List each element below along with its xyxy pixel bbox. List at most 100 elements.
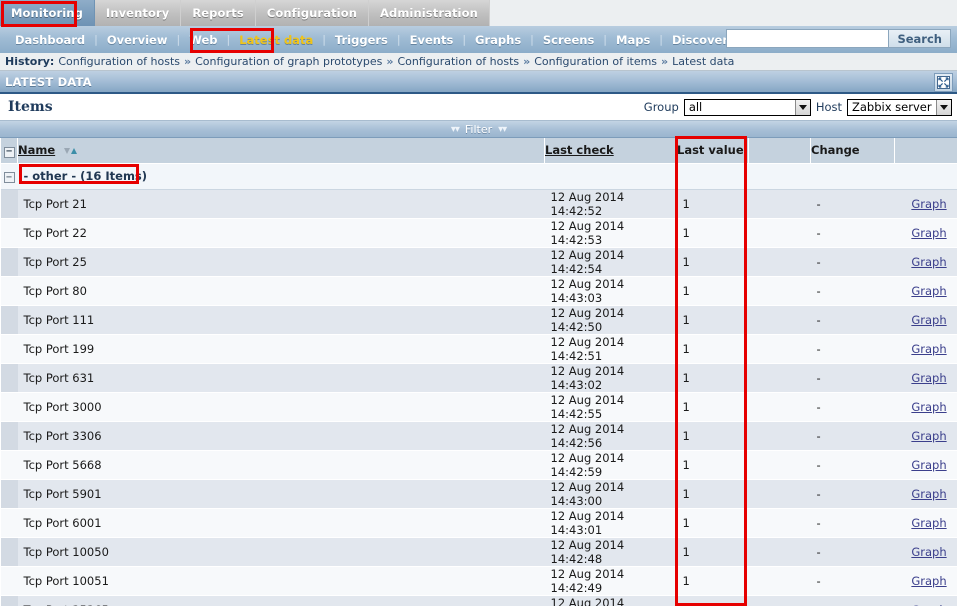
graph-link[interactable]: Graph <box>911 342 946 356</box>
row-last-value-cell: 1 <box>676 247 749 277</box>
table-row: Tcp Port 6001 12 Aug 2014 14:43:01 1 - Graph <box>0 508 957 538</box>
row-gutter-cell <box>0 218 18 248</box>
sub-menu-item-dashboard[interactable]: Dashboard <box>6 33 94 47</box>
breadcrumb-link[interactable]: Configuration of items <box>534 55 657 68</box>
graph-link[interactable]: Graph <box>911 226 946 240</box>
row-change-cell: - <box>810 305 895 335</box>
row-spacer-cell <box>748 276 811 306</box>
column-header-last-check[interactable]: Last check <box>544 138 677 164</box>
row-last-check-cell: 12 Aug 2014 14:42:52 <box>544 189 677 219</box>
main-menu-item-monitoring[interactable]: Monitoring <box>0 0 95 26</box>
breadcrumb-link[interactable]: Latest data <box>672 55 734 68</box>
sub-menu-item-overview[interactable]: Overview <box>98 33 177 47</box>
collapse-group-icon[interactable]: − <box>3 172 15 184</box>
breadcrumb-link[interactable]: Configuration of hosts <box>397 55 519 68</box>
row-change-cell: - <box>810 421 895 451</box>
row-action-cell: Graph <box>894 479 957 509</box>
row-name-cell: Tcp Port 111 <box>17 305 545 335</box>
row-gutter-cell <box>0 595 18 606</box>
column-header-actions <box>894 138 957 164</box>
breadcrumb-link[interactable]: Configuration of hosts <box>58 55 180 68</box>
main-menu-item-reports[interactable]: Reports <box>181 0 256 26</box>
main-menu-bar: Monitoring Inventory Reports Configuration A… <box>0 0 957 26</box>
row-last-check-cell: 12 Aug 2014 14:43:02 <box>544 363 677 393</box>
graph-link[interactable]: Graph <box>911 458 946 472</box>
graph-link[interactable]: Graph <box>911 197 946 211</box>
row-action-cell: Graph <box>894 189 957 219</box>
latest-data-table: − Name Last check Last value Change − - o… <box>0 138 957 606</box>
graph-link[interactable]: Graph <box>911 487 946 501</box>
graph-link[interactable]: Graph <box>911 545 946 559</box>
sub-menu-item-latest-data[interactable]: Latest data <box>230 33 322 47</box>
sort-indicator <box>64 147 78 154</box>
column-header-name-label[interactable]: Name <box>18 143 55 157</box>
chevron-down-icon[interactable] <box>936 99 951 115</box>
row-spacer-cell <box>748 479 811 509</box>
sub-menu-item-graphs[interactable]: Graphs <box>466 33 530 47</box>
column-header-name[interactable]: Name <box>17 138 545 164</box>
graph-link[interactable]: Graph <box>911 400 946 414</box>
zabbix-app-window: Monitoring Inventory Reports Configuration A… <box>0 0 957 606</box>
items-title: Items <box>8 99 53 115</box>
graph-link[interactable]: Graph <box>911 574 946 588</box>
search-button[interactable]: Search <box>889 29 951 48</box>
filter-toggle-bar[interactable]: ▾▾ Filter ▾▾ <box>0 121 957 138</box>
main-menu-item-inventory[interactable]: Inventory <box>95 0 182 26</box>
row-last-check-cell: 12 Aug 2014 14:43:01 <box>544 508 677 538</box>
row-gutter-cell <box>0 363 18 393</box>
filter-controls: Group all Host Zabbix server <box>644 98 952 116</box>
breadcrumb-separator: » <box>386 55 394 68</box>
row-spacer-cell <box>748 508 811 538</box>
graph-link[interactable]: Graph <box>911 255 946 269</box>
fullscreen-icon[interactable] <box>934 73 953 92</box>
sub-menu-item-screens[interactable]: Screens <box>534 33 603 47</box>
graph-link[interactable]: Graph <box>911 603 946 606</box>
sub-menu-item-triggers[interactable]: Triggers <box>326 33 397 47</box>
sub-menu-separator: | <box>659 33 664 46</box>
row-action-cell: Graph <box>894 363 957 393</box>
table-row: Tcp Port 3000 12 Aug 2014 14:42:55 1 - Graph <box>0 392 957 422</box>
row-last-check-cell: 12 Aug 2014 14:42:57 <box>544 595 677 606</box>
search-area: Search <box>726 29 951 48</box>
sub-menu-separator: | <box>603 33 608 46</box>
row-name-cell: Tcp Port 5668 <box>17 450 545 480</box>
row-action-cell: Graph <box>894 595 957 606</box>
row-last-value-cell: 1 <box>676 421 749 451</box>
row-action-cell: Graph <box>894 566 957 596</box>
graph-link[interactable]: Graph <box>911 371 946 385</box>
group-collapse-cell[interactable]: − <box>0 163 18 190</box>
table-row: Tcp Port 10051 12 Aug 2014 14:42:49 1 - Grap… <box>0 566 957 596</box>
chevron-down-icon[interactable] <box>794 99 810 115</box>
sub-menu-item-events[interactable]: Events <box>401 33 463 47</box>
breadcrumb-link[interactable]: Configuration of graph prototypes <box>195 55 382 68</box>
column-header-change: Change <box>810 138 895 164</box>
row-gutter-cell <box>0 305 18 335</box>
collapse-all-icon[interactable]: − <box>3 146 15 158</box>
graph-link[interactable]: Graph <box>911 429 946 443</box>
sub-menu-separator: | <box>226 33 231 46</box>
row-gutter-cell <box>0 479 18 509</box>
row-last-value-cell: 1 <box>676 189 749 219</box>
search-input[interactable] <box>726 29 890 48</box>
graph-link[interactable]: Graph <box>911 313 946 327</box>
graph-link[interactable]: Graph <box>911 516 946 530</box>
row-action-cell: Graph <box>894 392 957 422</box>
main-menu-item-administration[interactable]: Administration <box>369 0 490 26</box>
row-last-value-cell: 1 <box>676 334 749 364</box>
row-last-value-cell: 1 <box>676 305 749 335</box>
sub-menu-item-maps[interactable]: Maps <box>607 33 659 47</box>
row-spacer-cell <box>748 363 811 393</box>
row-name-cell: Tcp Port 199 <box>17 334 545 364</box>
collapse-all-header[interactable]: − <box>0 138 18 164</box>
column-header-last-check-label[interactable]: Last check <box>545 143 614 157</box>
row-name-cell: Tcp Port 5901 <box>17 479 545 509</box>
row-action-cell: Graph <box>894 276 957 306</box>
sub-menu-item-web[interactable]: Web <box>180 33 226 47</box>
row-change-cell: - <box>810 363 895 393</box>
row-last-check-cell: 12 Aug 2014 14:42:49 <box>544 566 677 596</box>
graph-link[interactable]: Graph <box>911 284 946 298</box>
host-label: Host <box>815 100 842 114</box>
host-select[interactable]: Zabbix server <box>847 98 952 116</box>
group-select[interactable]: all <box>683 98 811 116</box>
main-menu-item-configuration[interactable]: Configuration <box>256 0 369 26</box>
